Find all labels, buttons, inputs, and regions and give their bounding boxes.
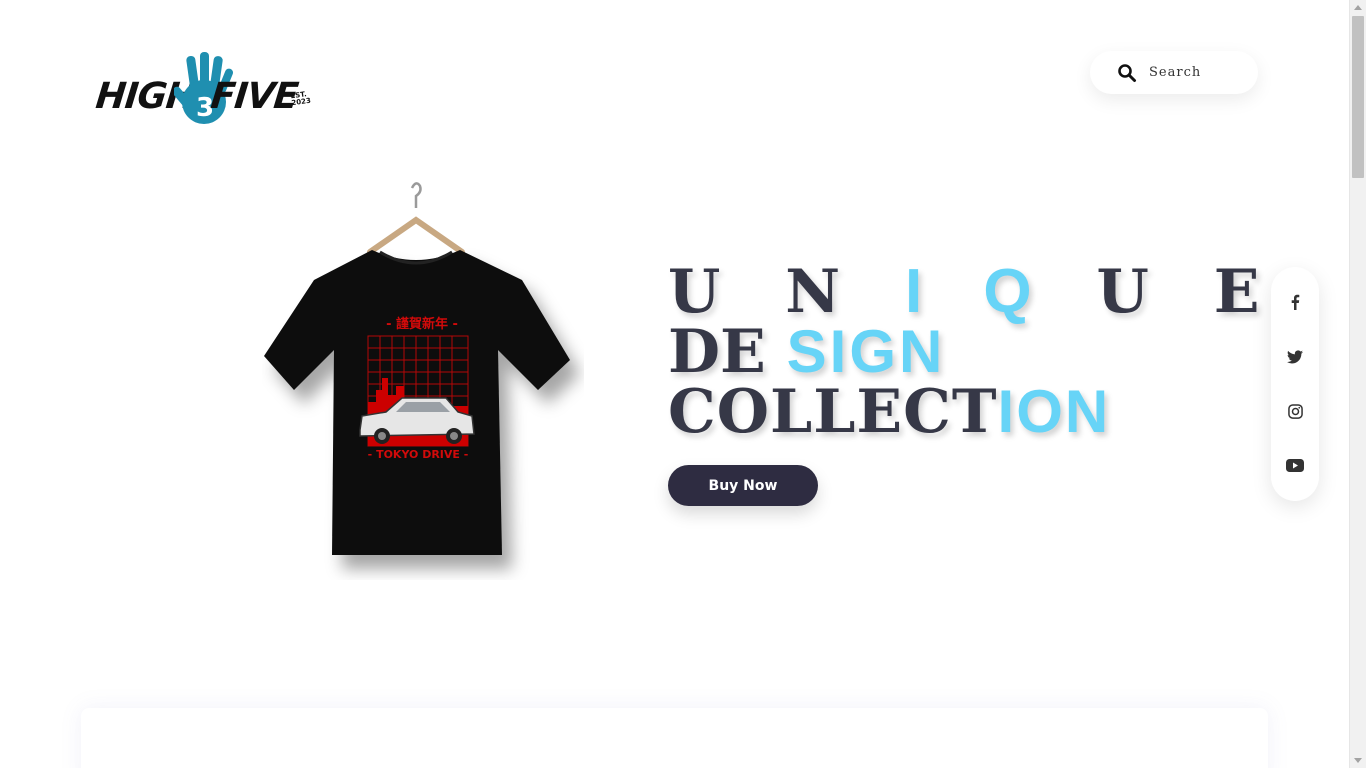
scroll-thumb[interactable] (1352, 16, 1364, 178)
svg-text:- 謹賀新年 -: - 謹賀新年 - (386, 316, 458, 332)
brand-logo[interactable]: HIGH 3 FIVE EST. 2023 (94, 50, 312, 132)
search-icon[interactable] (1117, 63, 1137, 83)
search-box[interactable] (1090, 51, 1258, 94)
search-input[interactable] (1149, 65, 1249, 80)
page-scrollbar[interactable] (1349, 0, 1366, 768)
hero-heading: U N I Q U E DE SIGN COLLECTION (668, 257, 1282, 447)
logo-text-five: FIVE (208, 76, 300, 117)
product-tshirt-image[interactable]: - 謹賀新年 - - TOKYO DRIVE - (262, 180, 584, 580)
twitter-icon[interactable] (1286, 348, 1304, 366)
facebook-icon[interactable] (1286, 293, 1304, 311)
hanger-icon (367, 182, 465, 255)
social-sidebar (1271, 267, 1319, 501)
scroll-up-icon[interactable] (1354, 5, 1362, 10)
scroll-down-icon[interactable] (1354, 758, 1362, 763)
hero-line-3: COLLECTION (668, 377, 1111, 447)
hero-line-1: U N I Q U E (668, 257, 1282, 327)
instagram-icon[interactable] (1286, 402, 1304, 420)
youtube-icon[interactable] (1286, 457, 1304, 475)
hero-line-2: DE SIGN (668, 317, 946, 387)
svg-text:- TOKYO DRIVE -: - TOKYO DRIVE - (368, 448, 469, 461)
buy-now-button[interactable]: Buy Now (668, 465, 818, 506)
logo-est: EST. 2023 (289, 90, 312, 108)
content-card (81, 708, 1268, 768)
